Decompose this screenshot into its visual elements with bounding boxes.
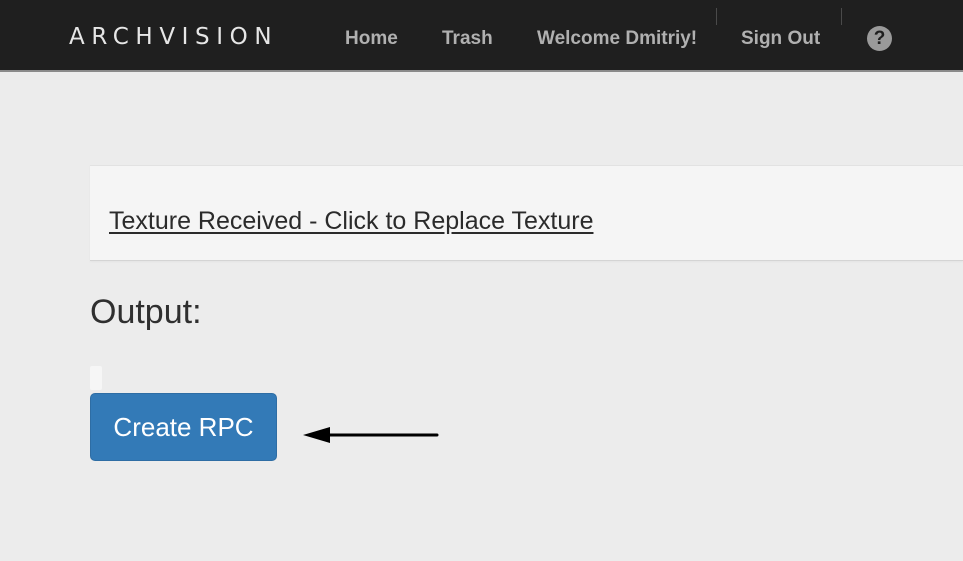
archvision-logo[interactable]: ARCHVISION (69, 22, 278, 52)
replace-texture-link[interactable]: Texture Received - Click to Replace Text… (109, 206, 593, 236)
question-circle-icon[interactable]: ? (867, 26, 892, 51)
nav-sign-out-link[interactable]: Sign Out (741, 27, 820, 51)
nav-trash-link[interactable]: Trash (442, 27, 493, 51)
nav-welcome-link[interactable]: Welcome Dmitriy! (537, 27, 697, 51)
pointer-arrow-icon (303, 427, 439, 443)
create-rpc-button[interactable]: Create RPC (90, 393, 277, 461)
nav-home-link[interactable]: Home (345, 27, 398, 51)
nav-divider (841, 8, 842, 25)
top-navbar: ARCHVISION Home Trash Welcome Dmitriy! S… (0, 0, 963, 72)
output-heading: Output: (90, 293, 202, 331)
texture-panel: Texture Received - Click to Replace Text… (90, 165, 963, 261)
nav-divider (716, 8, 717, 25)
output-box (90, 366, 102, 390)
